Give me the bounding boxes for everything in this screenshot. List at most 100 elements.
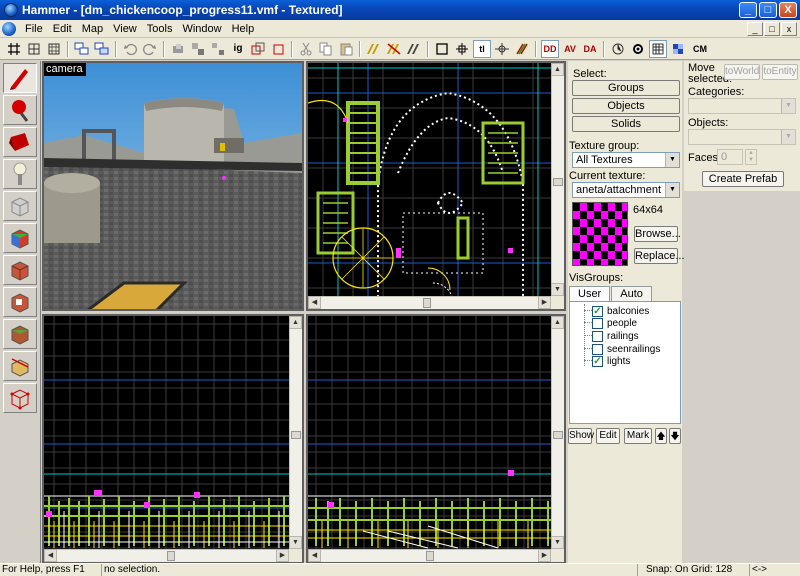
tab-auto[interactable]: Auto [611,286,652,302]
copy-icon[interactable] [317,40,335,58]
groups-button[interactable]: Groups [572,80,680,96]
checkbox-unchecked-icon[interactable] [592,343,603,355]
mdi-minimize-button[interactable]: _ [747,21,763,36]
categories-select[interactable]: ▼ [688,98,796,114]
texture-application-tool-icon[interactable] [3,223,37,253]
apply-current-texture-icon[interactable] [3,255,37,285]
carve-icon[interactable] [169,40,187,58]
cut-icon[interactable] [297,40,315,58]
mark-button[interactable]: Mark [624,428,652,444]
select-center-icon[interactable] [453,40,471,58]
menu-window[interactable]: Window [177,23,226,35]
solids-button[interactable]: Solids [572,116,680,132]
minimize-button[interactable]: _ [739,2,757,18]
scroll-down-icon[interactable]: ▼ [551,536,564,549]
wireframe-icon[interactable] [649,39,667,58]
cordon-mode-button[interactable]: CM [689,40,711,58]
save-window-state-icon[interactable] [93,40,111,58]
create-prefab-button[interactable]: Create Prefab [702,171,784,187]
decal-tool-icon[interactable] [3,287,37,317]
menu-help[interactable]: Help [227,23,260,35]
camera-viewport[interactable]: camera [42,61,304,311]
texture-preview[interactable] [572,202,628,266]
side-viewport-hscroll[interactable]: ◀ ▶ [308,549,551,562]
select-bounding-icon[interactable] [433,40,451,58]
magnify-tool-icon[interactable] [3,95,37,125]
side-viewport-vscroll[interactable]: ▲ ▼ [551,316,564,549]
scroll-down-icon[interactable]: ▼ [289,536,302,549]
visgroup-item[interactable]: people [592,317,637,329]
clipping-tool-icon[interactable] [3,351,37,381]
current-texture-select[interactable]: aneta/attachment ▼ [572,182,680,198]
menu-edit[interactable]: Edit [48,23,77,35]
browse-button[interactable]: Browse... [634,226,681,242]
to-entity-button[interactable]: toEntity [762,64,798,80]
scroll-thumb[interactable] [426,551,434,561]
menu-file[interactable]: File [20,23,48,35]
front-viewport[interactable]: ▲ ▼ ◀ ▶ [42,314,304,564]
show-button[interactable]: Show [568,428,594,444]
solid-display-icon[interactable] [669,40,687,58]
to-world-button[interactable]: toWorld [724,64,760,80]
chevron-down-icon[interactable]: ▼ [665,183,679,197]
top-viewport[interactable]: ▲ ▼ ◀ ▶ [306,61,566,311]
grid-smaller-icon[interactable] [25,40,43,58]
toggle-auto-selection-icon[interactable]: DD [541,39,559,58]
top-viewport-hscroll[interactable]: ◀ ▶ [308,296,551,309]
texture-lock-icon[interactable] [365,40,383,58]
scroll-down-icon[interactable]: ▼ [551,283,564,296]
faces-spinner[interactable]: ▲ ▼ [745,149,757,165]
grid-larger-icon[interactable] [45,40,63,58]
mdi-restore-button[interactable]: □ [764,21,780,36]
entity-report-icon[interactable] [629,40,647,58]
close-button[interactable]: X [779,2,797,18]
scroll-right-icon[interactable]: ▶ [538,296,551,309]
scroll-thumb[interactable] [553,178,563,186]
visgroup-item[interactable]: seenrailings [592,343,660,355]
scroll-thumb[interactable] [167,551,175,561]
replace-button[interactable]: Replace... [634,248,685,264]
snap-icon[interactable] [493,40,511,58]
move-up-button[interactable]: 🡅 [655,428,667,444]
scroll-thumb[interactable] [423,298,431,308]
load-window-state-icon[interactable] [73,40,91,58]
visgroup-item[interactable]: ✓ balconies [592,305,649,317]
overlay-tool-icon[interactable] [3,319,37,349]
camera-tool-icon[interactable] [3,127,37,157]
undo-icon[interactable] [121,40,139,58]
front-viewport-vscroll[interactable]: ▲ ▼ [289,316,302,549]
checkbox-unchecked-icon[interactable] [592,317,603,329]
block-tool-icon[interactable] [3,191,37,221]
objects-select[interactable]: ▼ [688,129,796,145]
toggle-3d-grid-icon[interactable] [513,40,531,58]
objects-button[interactable]: Objects [572,98,680,114]
visgroup-item[interactable]: ✓ lights [592,355,630,367]
mdi-close-button[interactable]: x [781,21,797,36]
redo-icon[interactable] [141,40,159,58]
chevron-down-icon[interactable]: ▼ [781,130,795,144]
toggle-helpers-icon[interactable]: DA [581,40,599,58]
chevron-down-icon[interactable]: ▼ [665,153,679,167]
visgroup-item[interactable]: railings [592,330,639,342]
move-down-button[interactable]: 🡇 [669,428,681,444]
top-viewport-vscroll[interactable]: ▲ ▼ [551,63,564,296]
scroll-left-icon[interactable]: ◀ [308,296,321,309]
scroll-left-icon[interactable]: ◀ [308,549,321,562]
scroll-up-icon[interactable]: ▲ [551,63,564,76]
document-icon[interactable] [2,21,16,36]
toggle-entity-names-icon[interactable]: AV [561,40,579,58]
maximize-button[interactable]: □ [759,2,777,18]
scroll-thumb[interactable] [291,431,301,439]
scroll-up-icon[interactable]: ▲ [289,316,302,329]
texture-scale-icon[interactable] [405,40,423,58]
scroll-left-icon[interactable]: ◀ [44,549,57,562]
chevron-down-icon[interactable]: ▼ [781,99,795,113]
scroll-thumb[interactable] [553,431,563,439]
scroll-up-icon[interactable]: ▲ [551,316,564,329]
menu-tools[interactable]: Tools [142,23,178,35]
checkbox-unchecked-icon[interactable] [592,330,603,342]
scroll-right-icon[interactable]: ▶ [538,549,551,562]
grid-icon[interactable] [5,40,23,58]
ungroup-icon[interactable] [209,40,227,58]
toggle-textlabel-icon[interactable]: tl [473,39,491,58]
